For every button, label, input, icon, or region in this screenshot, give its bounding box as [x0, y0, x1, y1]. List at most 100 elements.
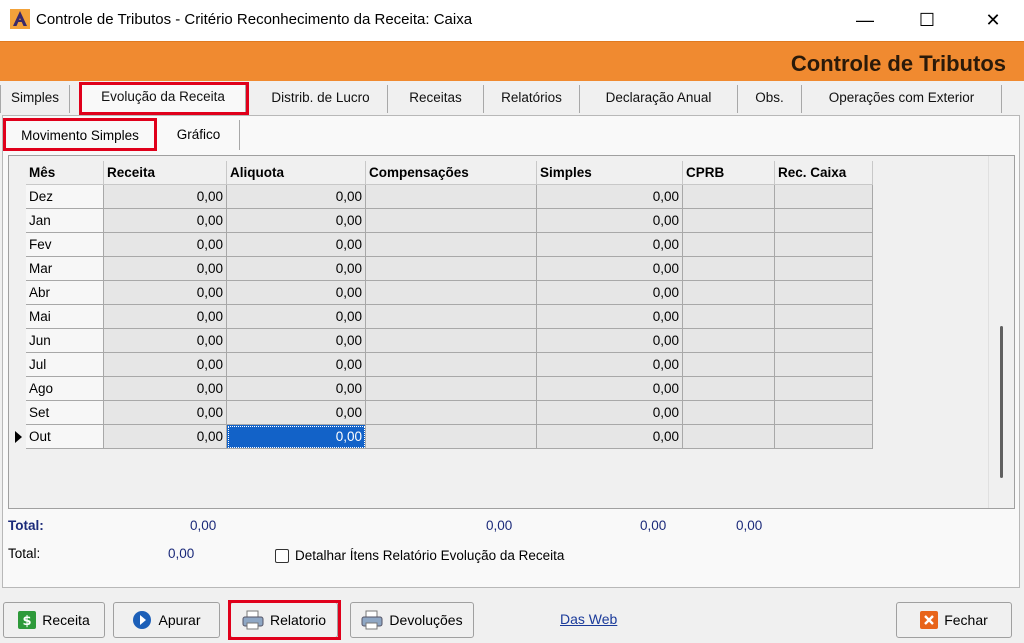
grid-cell[interactable] — [366, 353, 537, 377]
grid-cell[interactable]: 0,00 — [537, 185, 683, 209]
tab-distrib-de-lucro[interactable]: Distrib. de Lucro — [254, 85, 388, 113]
grid-cell[interactable] — [683, 305, 775, 329]
grid-cell[interactable]: 0,00 — [227, 281, 366, 305]
devolucoes-button[interactable]: Devoluções — [350, 602, 474, 638]
detail-checkbox[interactable] — [275, 549, 289, 563]
vertical-scrollbar[interactable] — [988, 156, 1014, 508]
grid-cell[interactable] — [775, 209, 873, 233]
grid-cell[interactable]: 0,00 — [227, 401, 366, 425]
table-row[interactable]: Abr 0,00 0,00 0,00 — [9, 281, 873, 305]
grid-cell[interactable] — [775, 233, 873, 257]
grid-cell[interactable]: 0,00 — [104, 353, 227, 377]
grid-cell[interactable] — [775, 305, 873, 329]
tab-declaracao-anual[interactable]: Declaração Anual — [580, 85, 738, 113]
column-header[interactable]: Simples — [537, 161, 683, 185]
grid-cell[interactable]: 0,00 — [104, 209, 227, 233]
grid-cell[interactable] — [775, 257, 873, 281]
grid-cell[interactable]: 0,00 — [104, 329, 227, 353]
grid-cell[interactable] — [683, 281, 775, 305]
grid-cell[interactable]: 0,00 — [227, 329, 366, 353]
grid-cell[interactable]: 0,00 — [227, 377, 366, 401]
grid-cell[interactable]: 0,00 — [104, 305, 227, 329]
column-header[interactable]: Compensações — [366, 161, 537, 185]
das-web-link[interactable]: Das Web — [560, 611, 617, 627]
table-row[interactable]: Ago 0,00 0,00 0,00 — [9, 377, 873, 401]
grid-cell[interactable] — [366, 233, 537, 257]
tab-operacoes-com-exterior[interactable]: Operações com Exterior — [802, 85, 1002, 113]
grid-cell[interactable]: 0,00 — [537, 329, 683, 353]
grid-cell[interactable]: 0,00 — [104, 281, 227, 305]
grid-cell[interactable] — [683, 353, 775, 377]
table-row[interactable]: Mar 0,00 0,00 0,00 — [9, 257, 873, 281]
grid-cell[interactable] — [775, 281, 873, 305]
table-row[interactable]: Jun 0,00 0,00 0,00 — [9, 329, 873, 353]
grid-cell[interactable] — [683, 401, 775, 425]
grid-cell[interactable] — [683, 329, 775, 353]
grid-cell[interactable]: 0,00 — [104, 233, 227, 257]
grid-cell[interactable]: 0,00 — [537, 281, 683, 305]
grid-cell[interactable] — [366, 425, 537, 449]
table-row[interactable]: Set 0,00 0,00 0,00 — [9, 401, 873, 425]
maximize-button[interactable]: ☐ — [904, 0, 950, 41]
grid-cell[interactable]: 0,00 — [104, 425, 227, 449]
minimize-button[interactable]: — — [842, 0, 888, 41]
month-cell[interactable]: Set — [26, 401, 104, 425]
grid-cell[interactable]: 0,00 — [104, 377, 227, 401]
grid-cell[interactable]: 0,00 — [537, 353, 683, 377]
grid-cell[interactable]: 0,00 — [537, 305, 683, 329]
grid-cell[interactable]: 0,00 — [537, 209, 683, 233]
month-cell[interactable]: Abr — [26, 281, 104, 305]
grid-cell[interactable]: 0,00 — [537, 233, 683, 257]
grid-cell[interactable]: 0,00 — [537, 257, 683, 281]
grid-cell[interactable] — [775, 353, 873, 377]
detail-checkbox-label[interactable]: Detalhar Ítens Relatório Evolução da Rec… — [295, 548, 564, 563]
grid-cell[interactable]: 0,00 — [104, 257, 227, 281]
grid-cell[interactable] — [366, 377, 537, 401]
column-header[interactable]: Aliquota — [227, 161, 366, 185]
month-cell[interactable]: Out — [26, 425, 104, 449]
grid-cell[interactable] — [366, 401, 537, 425]
column-header[interactable]: CPRB — [683, 161, 775, 185]
grid-cell[interactable] — [366, 305, 537, 329]
grid-cell[interactable]: 0,00 — [227, 257, 366, 281]
grid-cell[interactable] — [775, 401, 873, 425]
grid-cell[interactable]: 0,00 — [227, 305, 366, 329]
month-cell[interactable]: Dez — [26, 185, 104, 209]
tab-grafico[interactable]: Gráfico — [158, 120, 240, 150]
apurar-button[interactable]: Apurar — [113, 602, 220, 638]
tab-movimento-simples[interactable]: Movimento Simples — [4, 120, 156, 150]
table-row[interactable]: Jan 0,00 0,00 0,00 — [9, 209, 873, 233]
relatorio-button[interactable]: Relatorio — [230, 602, 338, 638]
grid-cell[interactable] — [683, 425, 775, 449]
grid-cell[interactable] — [683, 377, 775, 401]
column-header[interactable]: Receita — [104, 161, 227, 185]
grid-cell[interactable]: 0,00 — [104, 401, 227, 425]
grid-cell[interactable] — [683, 209, 775, 233]
grid-cell[interactable] — [775, 185, 873, 209]
grid-cell[interactable]: 0,00 — [227, 233, 366, 257]
grid-cell[interactable]: 0,00 — [227, 425, 366, 449]
tab-receitas[interactable]: Receitas — [388, 85, 484, 113]
grid-cell[interactable] — [683, 257, 775, 281]
column-header[interactable]: Rec. Caixa — [775, 161, 873, 185]
tab-evolucao-da-receita[interactable]: Evolução da Receita — [80, 83, 246, 115]
table-row[interactable]: Fev 0,00 0,00 0,00 — [9, 233, 873, 257]
month-cell[interactable]: Ago — [26, 377, 104, 401]
tab-relatorios[interactable]: Relatórios — [484, 85, 580, 113]
grid-cell[interactable] — [683, 185, 775, 209]
grid-cell[interactable] — [366, 329, 537, 353]
grid-cell[interactable] — [775, 377, 873, 401]
table-row[interactable]: Dez 0,00 0,00 0,00 — [9, 185, 873, 209]
receita-button[interactable]: $ Receita — [3, 602, 105, 638]
grid-cell[interactable]: 0,00 — [227, 185, 366, 209]
grid-cell[interactable] — [366, 209, 537, 233]
grid-cell[interactable] — [775, 329, 873, 353]
month-cell[interactable]: Fev — [26, 233, 104, 257]
table-row[interactable]: Out 0,00 0,00 0,00 — [9, 425, 873, 449]
month-cell[interactable]: Mar — [26, 257, 104, 281]
scrollbar-thumb[interactable] — [1000, 326, 1003, 478]
grid-cell[interactable]: 0,00 — [537, 377, 683, 401]
month-cell[interactable]: Jun — [26, 329, 104, 353]
grid-cell[interactable]: 0,00 — [537, 401, 683, 425]
tab-obs[interactable]: Obs. — [738, 85, 802, 113]
